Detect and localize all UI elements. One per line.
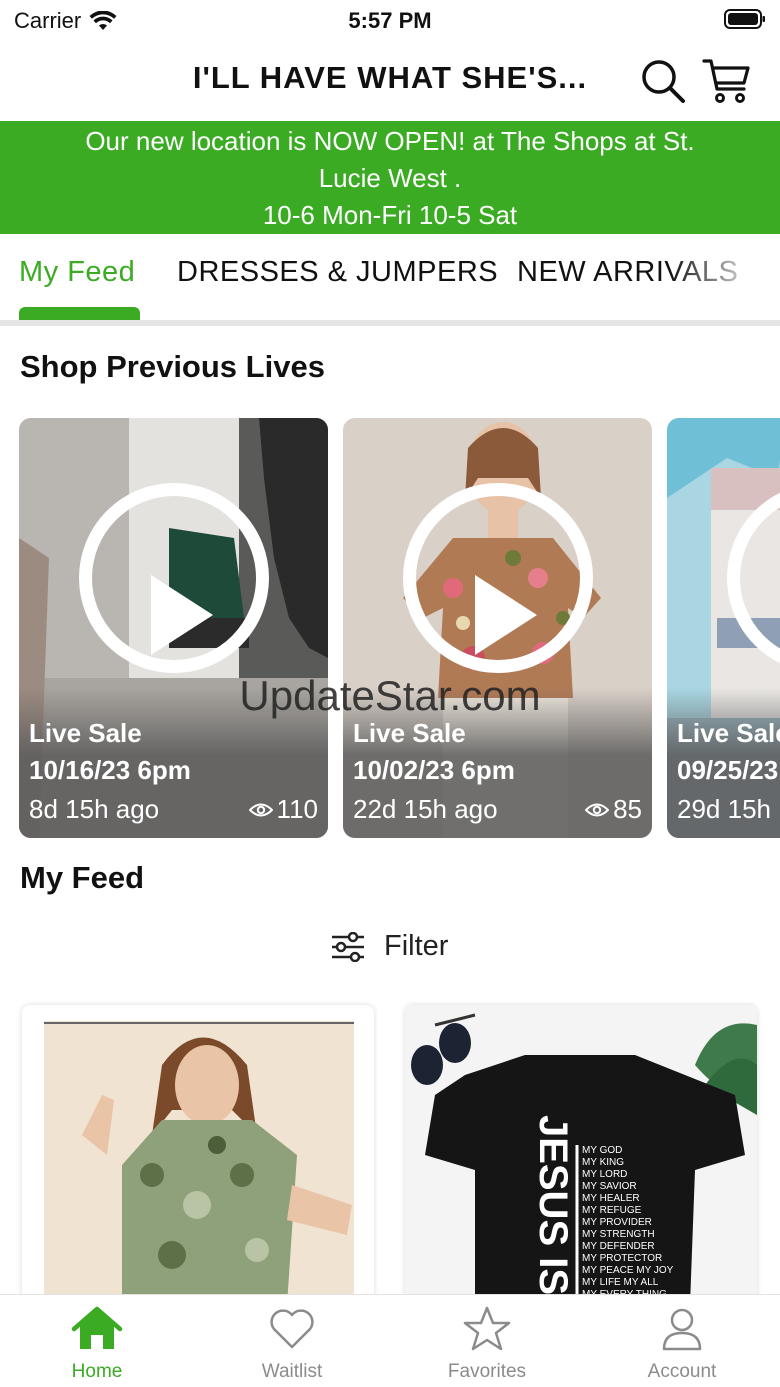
svg-text:MY LORD: MY LORD (582, 1169, 627, 1180)
svg-text:MY PROTECTOR: MY PROTECTOR (582, 1253, 662, 1264)
eye-icon (585, 803, 610, 816)
live-card[interactable]: Live Sale 10/02/23 6pm 22d 15h ago 85 (343, 418, 652, 838)
svg-text:MY SAVIOR: MY SAVIOR (582, 1181, 637, 1192)
svg-text:MY GOD: MY GOD (582, 1145, 622, 1156)
search-icon[interactable] (638, 56, 688, 106)
live-card[interactable]: Live Sale 10/16/23 6pm 8d 15h ago 110 (19, 418, 328, 838)
announcement-banner[interactable]: Our new location is NOW OPEN! at The Sho… (0, 121, 780, 234)
svg-text:MY LIFE MY ALL: MY LIFE MY ALL (582, 1277, 659, 1288)
live-ago: 8d 15h ago (29, 794, 160, 824)
live-ago: 22d 15h ago (353, 794, 498, 824)
play-button[interactable] (79, 483, 269, 673)
live-label: Live Sale (353, 718, 466, 748)
banner-line: Our new location is NOW OPEN! at The Sho… (85, 126, 695, 156)
live-label: Live Sale (677, 718, 780, 748)
live-date: 09/25/23 (677, 755, 779, 785)
category-tabs: My Feed DRESSES & JUMPERS NEW ARRIVALS (0, 234, 780, 326)
cart-icon[interactable] (702, 56, 752, 106)
live-views: 110 (248, 794, 318, 825)
battery-icon (724, 9, 765, 29)
svg-text:MY STRENGTH: MY STRENGTH (582, 1229, 655, 1240)
nav-account[interactable]: Account (617, 1305, 747, 1383)
svg-text:MY HEALER: MY HEALER (582, 1193, 640, 1204)
live-views-count: 110 (276, 794, 318, 824)
tab-my-feed[interactable]: My Feed (19, 256, 135, 289)
nav-waitlist-label: Waitlist (261, 1361, 323, 1382)
heart-icon (270, 1309, 314, 1349)
svg-text:MY PROVIDER: MY PROVIDER (582, 1217, 652, 1228)
section-title-feed: My Feed (20, 860, 145, 895)
svg-text:MY DEFENDER: MY DEFENDER (582, 1241, 655, 1252)
nav-home-label: Home (71, 1361, 123, 1382)
product-card[interactable] (22, 1005, 374, 1305)
filter-label: Filter (384, 930, 449, 962)
bottom-tab-bar: Home Waitlist Favorites Account (0, 1294, 780, 1387)
previous-lives-carousel: Live Sale 10/16/23 6pm 8d 15h ago 110 Li… (0, 418, 780, 838)
green-floral-top-photo (22, 1005, 374, 1305)
status-bar: Carrier 5:57 PM (0, 0, 780, 42)
nav-waitlist[interactable]: Waitlist (227, 1305, 357, 1383)
nav-favorites-label: Favorites (447, 1361, 527, 1382)
home-icon (71, 1306, 123, 1349)
banner-line: Lucie West . (318, 163, 462, 193)
section-title-lives: Shop Previous Lives (20, 349, 325, 384)
live-views-count: 85 (613, 794, 642, 824)
active-tab-indicator (19, 307, 140, 320)
live-date: 10/02/23 6pm (353, 755, 515, 785)
nav-favorites[interactable]: Favorites (422, 1305, 552, 1383)
play-icon (151, 575, 213, 655)
svg-text:JESUS IS: JESUS IS (531, 1115, 575, 1295)
store-title-text: I'LL HAVE WHAT SHE'S... (192, 60, 588, 95)
jesus-is-tshirt-photo: JESUS IS MY GODMY KINGMY LORD MY SAVIORM… (405, 1005, 757, 1305)
svg-text:MY REFUGE: MY REFUGE (582, 1205, 642, 1216)
tab-fade (670, 234, 780, 320)
nav-account-label: Account (647, 1361, 717, 1382)
live-date: 10/16/23 6pm (29, 755, 191, 785)
live-views: 85 (585, 794, 642, 825)
eye-icon (248, 803, 273, 816)
tab-dresses-jumpers[interactable]: DRESSES & JUMPERS (177, 256, 498, 289)
status-time: 5:57 PM (348, 8, 432, 33)
banner-line: 10-6 Mon-Fri 10-5 Sat (262, 200, 518, 230)
play-button[interactable] (403, 483, 593, 673)
product-card[interactable]: JESUS IS MY GOD MY KING MY LORD MY SAVIOR M… (405, 1005, 757, 1305)
filter-sliders-icon (332, 931, 364, 962)
live-ago: 29d 15h (677, 794, 771, 824)
user-icon (662, 1308, 702, 1351)
live-card[interactable]: Live Sale 09/25/23 29d 15h (667, 418, 780, 838)
svg-text:MY KING: MY KING (582, 1157, 624, 1168)
star-icon (463, 1306, 511, 1351)
play-icon (475, 575, 537, 655)
app-header: I'LL HAVE WHAT SHE'S... (0, 42, 780, 120)
svg-text:MY PEACE MY JOY: MY PEACE MY JOY (582, 1265, 674, 1276)
live-label: Live Sale (29, 718, 142, 748)
filter-button[interactable]: Filter (330, 930, 448, 963)
nav-home[interactable]: Home (32, 1305, 162, 1383)
